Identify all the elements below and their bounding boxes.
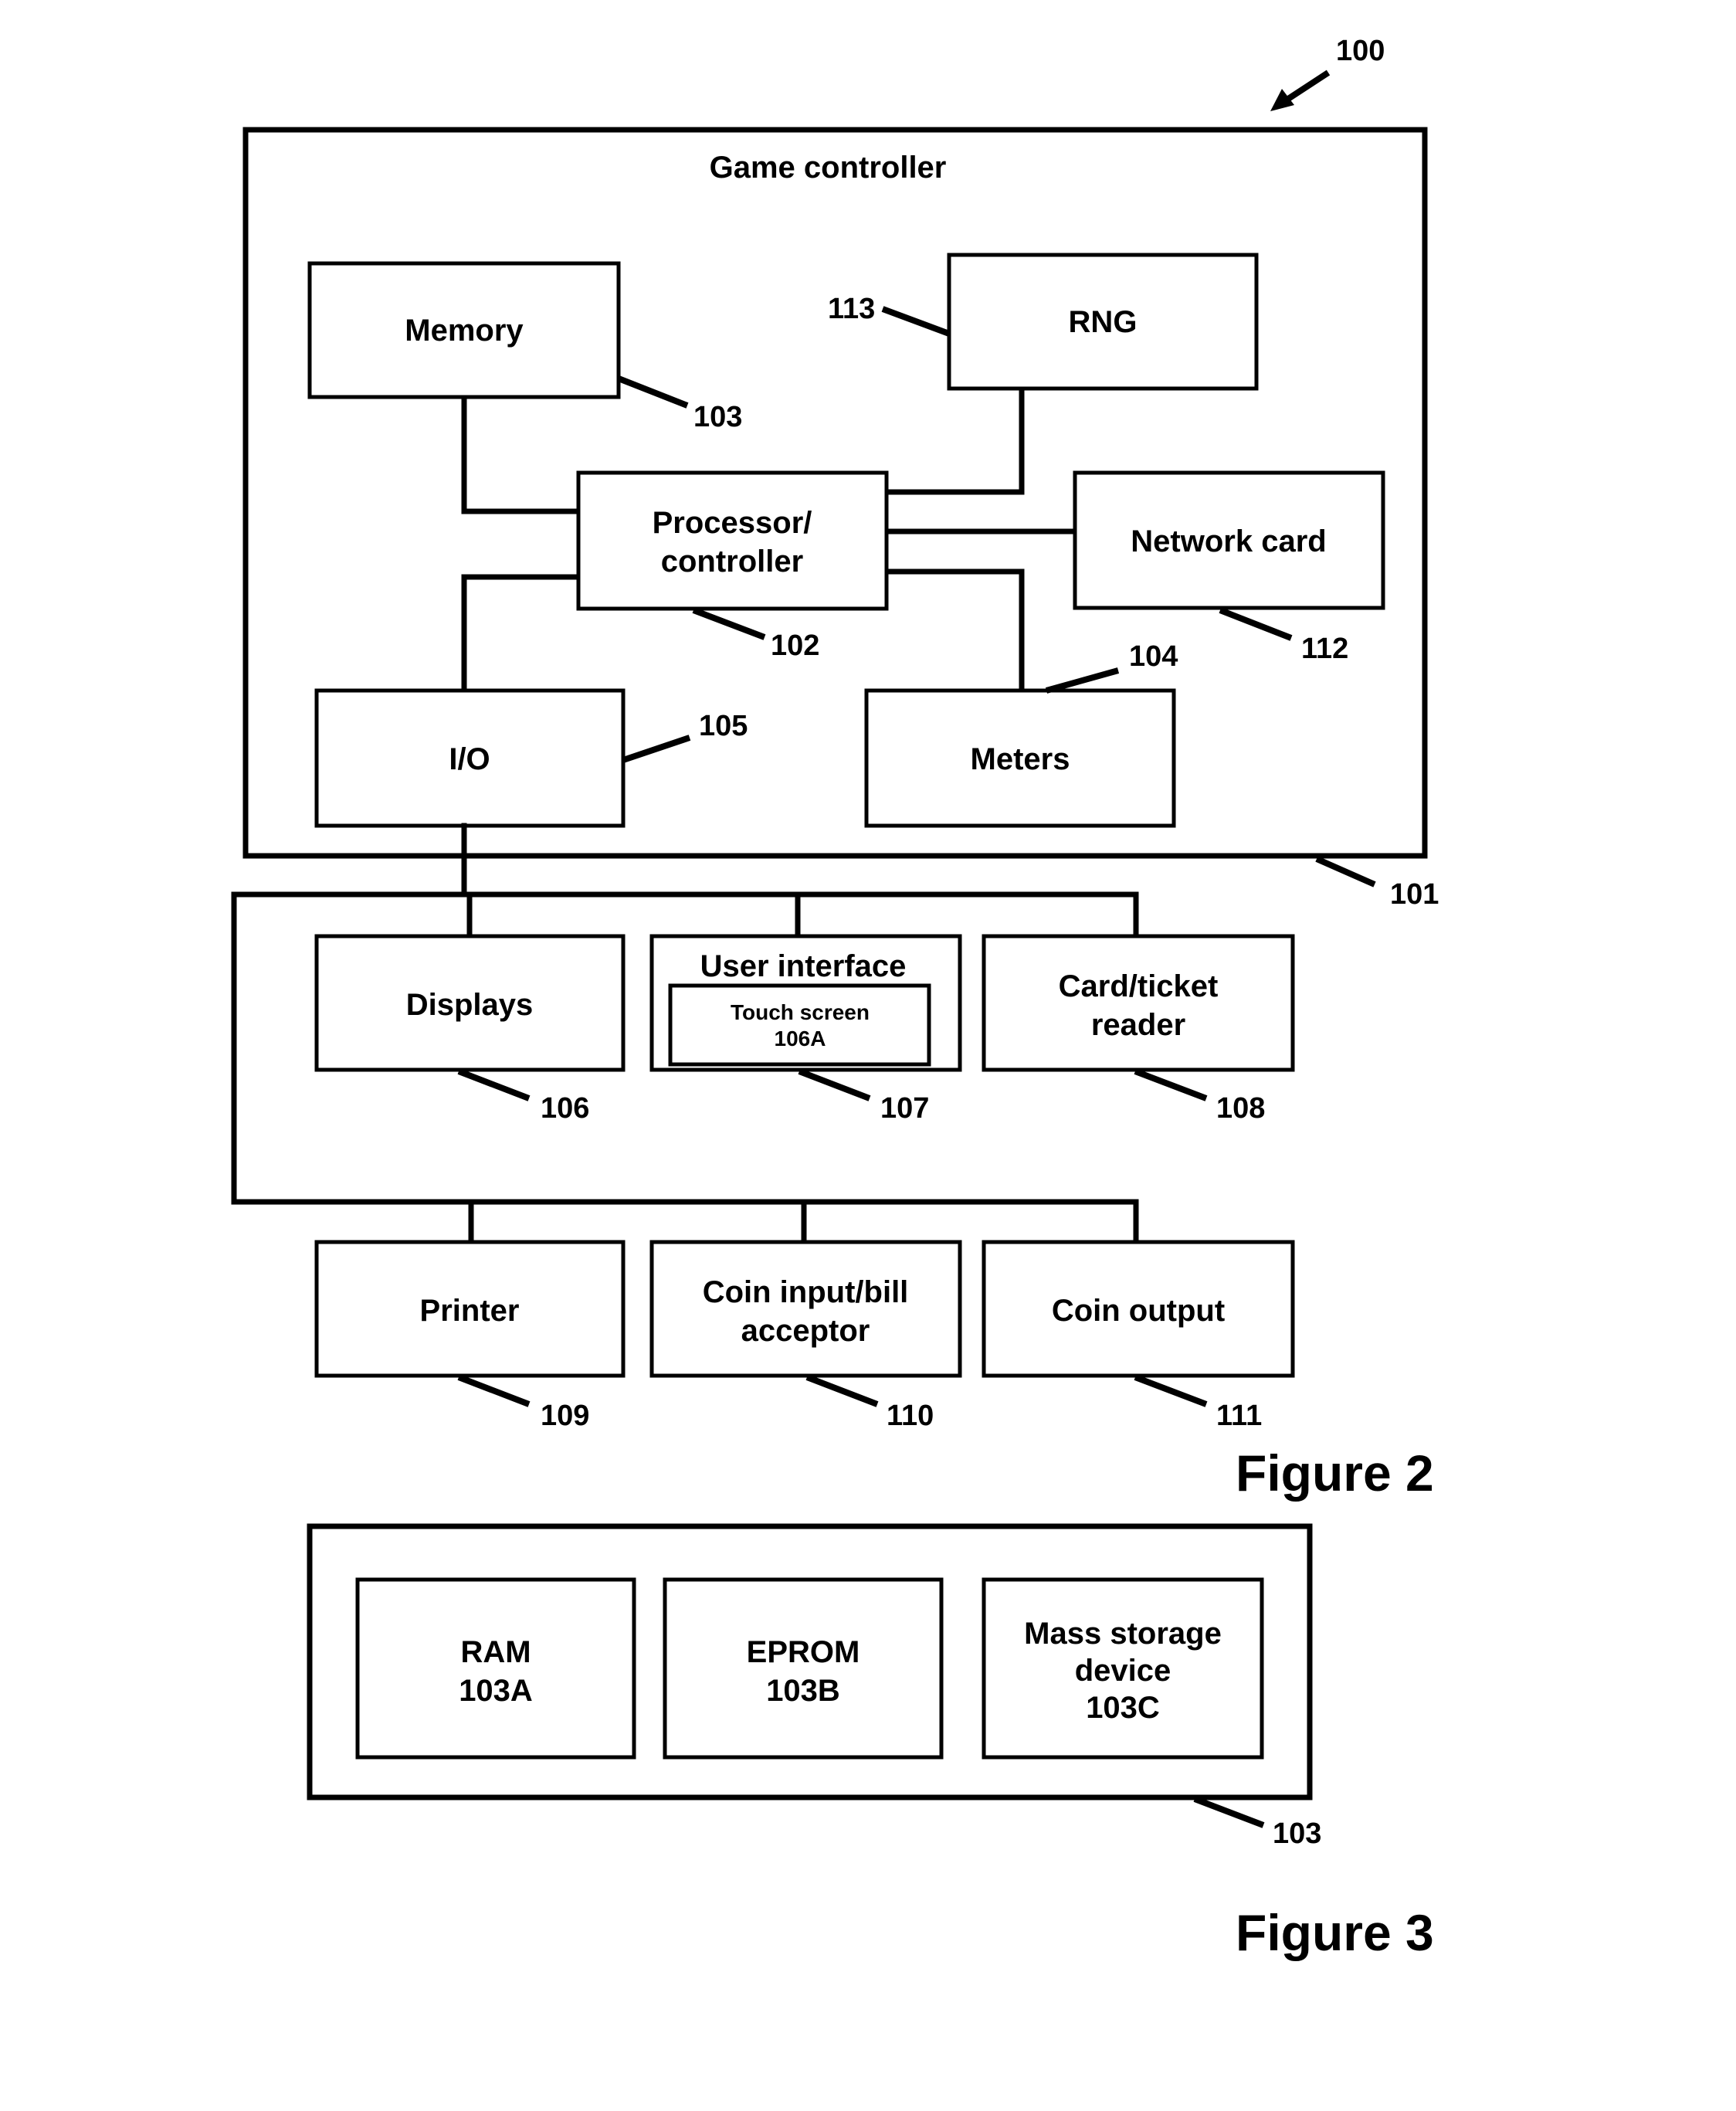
arrow-shaft bbox=[1283, 70, 1331, 104]
ref-101-leader bbox=[1315, 856, 1376, 888]
mass-storage-label-line1: Mass storage bbox=[1024, 1617, 1222, 1651]
eprom-label-line2: 103B bbox=[766, 1674, 840, 1708]
ram-label-line2: 103A bbox=[459, 1674, 533, 1708]
ref-103-detail-leader bbox=[1193, 1796, 1265, 1828]
user-interface-block: User interface Touch screen 106A 107 bbox=[649, 934, 962, 1125]
ref-109: 109 bbox=[541, 1400, 589, 1432]
meters-label: Meters bbox=[971, 742, 1070, 776]
touch-screen-label-line2: 106A bbox=[775, 1027, 826, 1050]
displays-label: Displays bbox=[406, 988, 534, 1022]
ref-112: 112 bbox=[1301, 633, 1348, 665]
touch-screen-label-line1: Touch screen bbox=[731, 1000, 870, 1024]
touch-screen-box bbox=[668, 983, 931, 1067]
processor-label-line1: Processor/ bbox=[653, 506, 812, 540]
network-card-label: Network card bbox=[1131, 524, 1326, 558]
printer-block: Printer 109 bbox=[314, 1240, 626, 1432]
ref-106: 106 bbox=[541, 1092, 589, 1125]
card-reader-block: Card/ticket reader 108 bbox=[982, 934, 1295, 1125]
card-reader-label-line2: reader bbox=[1091, 1008, 1185, 1042]
ref-103-detail: 103 bbox=[1273, 1817, 1321, 1850]
ref-105: 105 bbox=[699, 710, 748, 742]
coin-input-block: Coin input/bill acceptor 110 bbox=[649, 1240, 962, 1432]
ref-107: 107 bbox=[880, 1092, 929, 1125]
ref-111: 111 bbox=[1216, 1400, 1262, 1432]
coin-input-label-line1: Coin input/bill bbox=[703, 1275, 909, 1309]
rng-label: RNG bbox=[1069, 305, 1138, 339]
coin-input-label-line2: acceptor bbox=[741, 1314, 870, 1348]
figure-3-caption: Figure 3 bbox=[1236, 1904, 1434, 1961]
ref-104: 104 bbox=[1129, 640, 1178, 673]
ref-102: 102 bbox=[771, 630, 819, 662]
ref-108: 108 bbox=[1216, 1092, 1265, 1125]
card-reader-label-line1: Card/ticket bbox=[1059, 969, 1219, 1003]
mass-storage-label-line3: 103C bbox=[1086, 1691, 1160, 1725]
mass-storage-label-line2: device bbox=[1075, 1654, 1171, 1688]
io-label: I/O bbox=[449, 742, 490, 776]
processor-box bbox=[576, 470, 889, 611]
ref-100: 100 bbox=[1336, 35, 1385, 67]
memory-label: Memory bbox=[405, 314, 524, 348]
figure-2-caption: Figure 2 bbox=[1236, 1444, 1434, 1502]
ref-110: 110 bbox=[887, 1400, 934, 1432]
displays-block: Displays 106 bbox=[314, 934, 626, 1125]
processor-label-line2: controller bbox=[661, 545, 803, 579]
ram-label-line1: RAM bbox=[460, 1635, 531, 1669]
memory-detail: 103 RAM 103A EPROM 103B Mass storage dev… bbox=[307, 1523, 1321, 1850]
ref-111-leader bbox=[1134, 1374, 1208, 1407]
ref-108-leader bbox=[1134, 1068, 1208, 1101]
ref-110-leader bbox=[805, 1374, 879, 1407]
system-reference: 100 bbox=[1270, 35, 1385, 111]
ref-109-leader bbox=[457, 1374, 531, 1407]
coin-output-label: Coin output bbox=[1052, 1294, 1225, 1328]
user-interface-label: User interface bbox=[700, 949, 907, 983]
printer-label: Printer bbox=[420, 1294, 520, 1328]
ref-107-leader bbox=[798, 1068, 871, 1101]
coin-output-block: Coin output 111 bbox=[982, 1240, 1295, 1432]
game-controller-title: Game controller bbox=[710, 151, 947, 185]
patent-diagram: 100 Game controller 101 Memory 103 RNG 1… bbox=[231, 35, 1439, 1961]
ref-113: 113 bbox=[828, 293, 875, 325]
eprom-label-line1: EPROM bbox=[747, 1635, 860, 1669]
ref-106-leader bbox=[457, 1068, 531, 1101]
ref-103: 103 bbox=[693, 401, 742, 433]
ref-101: 101 bbox=[1390, 878, 1439, 911]
